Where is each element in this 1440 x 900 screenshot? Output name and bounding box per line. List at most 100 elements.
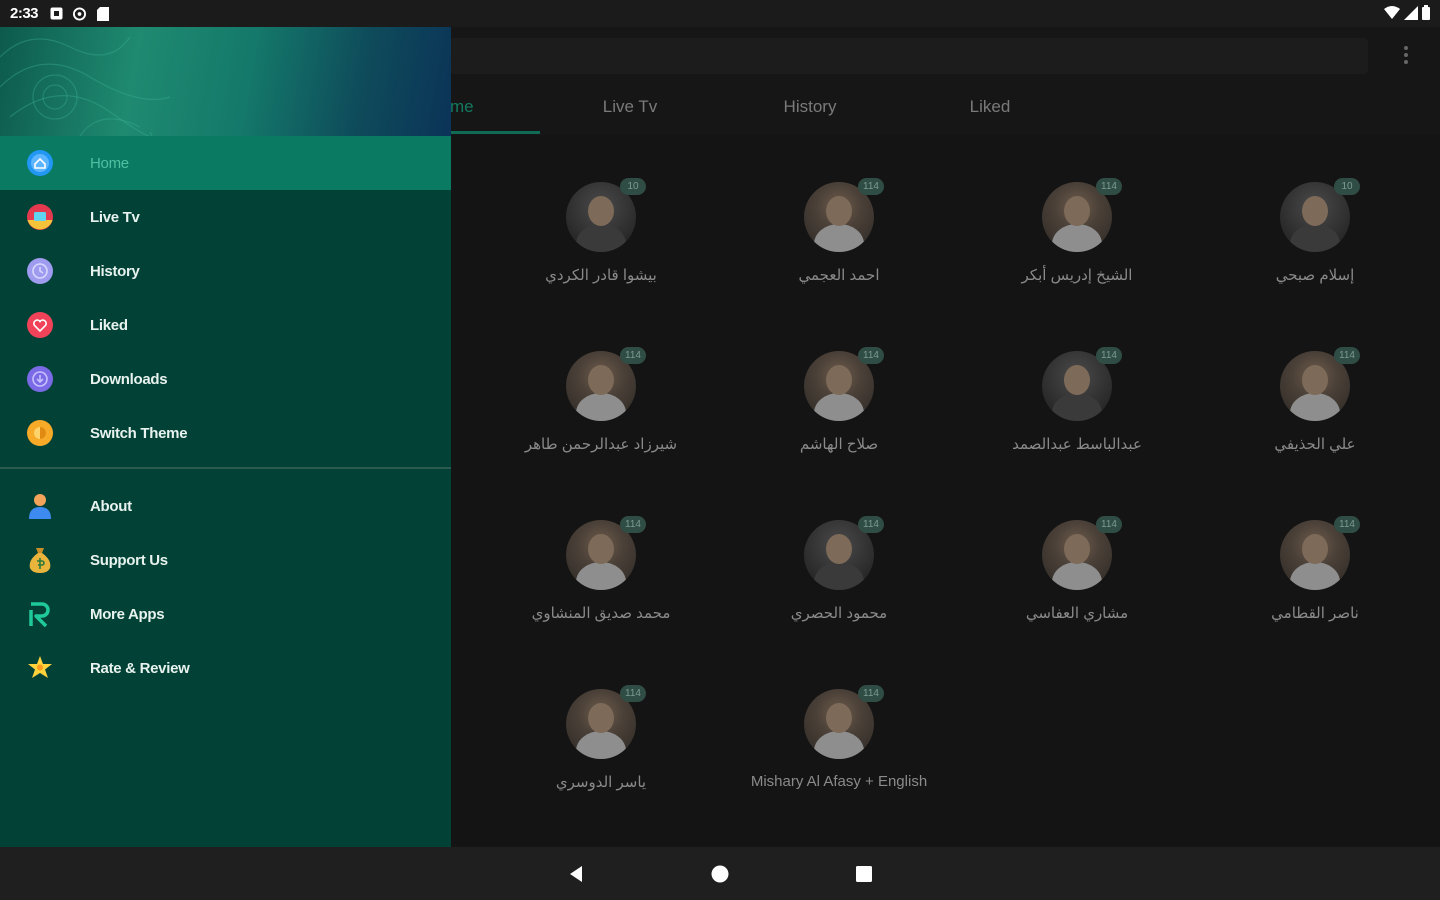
status-right-icons bbox=[1384, 5, 1430, 25]
drawer-item-label: More Apps bbox=[90, 605, 165, 623]
surah-count-badge: 114 bbox=[1096, 178, 1122, 195]
drawer-item-label: Switch Theme bbox=[90, 424, 188, 442]
drawer-item-downloads[interactable]: Downloads bbox=[0, 352, 451, 406]
reciter-card[interactable]: 114 ياسر الدوسري bbox=[486, 685, 716, 791]
reciter-name: بيشوا قادر الكردي bbox=[545, 267, 657, 284]
drawer-item-more-apps[interactable]: More Apps bbox=[0, 587, 451, 641]
surah-count-badge: 114 bbox=[1096, 516, 1122, 533]
drawer-item-label: Live Tv bbox=[90, 208, 140, 226]
home-nav-icon[interactable] bbox=[707, 861, 733, 887]
reciter-avatar-wrap: 10 bbox=[566, 178, 646, 252]
reciter-card[interactable]: 114 محمد صديق المنشاوي bbox=[486, 516, 716, 622]
drawer-item-liked[interactable]: Liked bbox=[0, 298, 451, 352]
drawer-item-label: History bbox=[90, 262, 140, 280]
drawer-item-label: Liked bbox=[90, 316, 128, 334]
reciter-avatar-wrap: 114 bbox=[804, 347, 884, 421]
status-time: 2:33 bbox=[10, 5, 39, 22]
surah-count-badge: 114 bbox=[858, 178, 884, 195]
reciter-avatar-wrap: 114 bbox=[804, 178, 884, 252]
reciter-avatar-wrap: 114 bbox=[1042, 178, 1122, 252]
search-bar[interactable] bbox=[450, 38, 1368, 74]
reciter-name: علي الحذيفي bbox=[1274, 436, 1356, 453]
reciter-card[interactable]: 114 علي الحذيفي bbox=[1200, 347, 1430, 453]
reciter-name: الشيخ إدريس أبكر bbox=[1021, 267, 1133, 284]
back-icon[interactable] bbox=[563, 861, 589, 887]
surah-count-badge: 114 bbox=[858, 516, 884, 533]
status-bar: 2:33 bbox=[0, 0, 1440, 27]
reciter-card[interactable]: 114 احمد العجمي bbox=[724, 178, 954, 284]
reciter-avatar-wrap: 114 bbox=[1042, 347, 1122, 421]
surah-count-badge: 114 bbox=[620, 685, 646, 702]
drawer-item-home[interactable]: Home bbox=[0, 136, 451, 190]
reciter-name: ناصر القطامي bbox=[1271, 605, 1359, 622]
drawer-header-image bbox=[0, 27, 451, 136]
reciter-card[interactable]: 10 إسلام صبحي bbox=[1200, 178, 1430, 284]
drawer-item-rate-review[interactable]: Rate & Review bbox=[0, 641, 451, 695]
reciter-card[interactable]: 114 شيرزاد عبدالرحمن طاهر bbox=[486, 347, 716, 453]
reciter-name: شيرزاد عبدالرحمن طاهر bbox=[524, 436, 678, 453]
drawer-item-label: About bbox=[90, 497, 132, 515]
battery-icon bbox=[1422, 5, 1430, 25]
drawer-item-about[interactable]: About bbox=[0, 479, 451, 533]
surah-count-badge: 114 bbox=[620, 516, 646, 533]
reciter-name: ياسر الدوسري bbox=[555, 774, 647, 791]
recents-icon[interactable] bbox=[851, 861, 877, 887]
reciter-avatar-wrap: 114 bbox=[566, 685, 646, 759]
reciter-avatar-wrap: 114 bbox=[1280, 347, 1360, 421]
system-nav-bar bbox=[0, 847, 1440, 900]
drawer-divider bbox=[0, 467, 451, 469]
reciter-card[interactable]: 114 Mishary Al Afasy + English bbox=[724, 685, 954, 790]
drawer-item-switch-theme[interactable]: Switch Theme bbox=[0, 406, 451, 460]
notification-icon bbox=[50, 7, 63, 20]
tab-history[interactable]: History bbox=[720, 97, 900, 117]
signal-icon bbox=[1404, 5, 1418, 25]
drawer-item-history[interactable]: History bbox=[0, 244, 451, 298]
reciter-avatar-wrap: 10 bbox=[1280, 178, 1360, 252]
reciter-name: مشاري العفاسي bbox=[1025, 605, 1129, 622]
reciter-avatar-wrap: 114 bbox=[566, 516, 646, 590]
overflow-menu-icon[interactable] bbox=[1396, 41, 1416, 69]
drawer-item-label: Downloads bbox=[90, 370, 168, 388]
surah-count-badge: 114 bbox=[1334, 347, 1360, 364]
surah-count-badge: 10 bbox=[1334, 178, 1360, 195]
theme-icon bbox=[26, 419, 54, 447]
reciter-card[interactable]: 114 ناصر القطامي bbox=[1200, 516, 1430, 622]
reciter-card[interactable]: 114 الشيخ إدريس أبكر bbox=[962, 178, 1192, 284]
reciter-card[interactable]: 114 صلاح الهاشم bbox=[724, 347, 954, 453]
tab-live-tv[interactable]: Live Tv bbox=[540, 97, 720, 117]
drawer-item-label: Support Us bbox=[90, 551, 168, 569]
reciter-name: احمد العجمي bbox=[798, 267, 880, 284]
reciter-name: محمد صديق المنشاوي bbox=[531, 605, 671, 622]
reciter-card[interactable]: 114 محمود الحصري bbox=[724, 516, 954, 622]
reciter-name: صلاح الهاشم bbox=[799, 436, 879, 453]
surah-count-badge: 114 bbox=[1096, 347, 1122, 364]
star-icon bbox=[26, 654, 54, 682]
reciter-card[interactable]: 10 بيشوا قادر الكردي bbox=[486, 178, 716, 284]
surah-count-badge: 114 bbox=[1334, 516, 1360, 533]
drawer-item-support-us[interactable]: Support Us bbox=[0, 533, 451, 587]
brand-r-icon bbox=[26, 600, 54, 628]
surah-count-badge: 10 bbox=[620, 178, 646, 195]
wifi-icon bbox=[1384, 5, 1400, 25]
sync-icon bbox=[73, 7, 87, 20]
surah-count-badge: 114 bbox=[858, 685, 884, 702]
history-icon bbox=[26, 257, 54, 285]
drawer-item-live-tv[interactable]: Live Tv bbox=[0, 190, 451, 244]
surah-count-badge: 114 bbox=[620, 347, 646, 364]
download-icon bbox=[26, 365, 54, 393]
drawer-item-label: Rate & Review bbox=[90, 659, 190, 677]
heart-icon bbox=[26, 311, 54, 339]
reciter-card[interactable]: 114 عبدالباسط عبدالصمد bbox=[962, 347, 1192, 453]
reciter-avatar-wrap: 114 bbox=[566, 347, 646, 421]
reciter-card[interactable]: 114 مشاري العفاسي bbox=[962, 516, 1192, 622]
sd-card-icon bbox=[96, 6, 109, 21]
money-bag-icon bbox=[26, 546, 54, 574]
reciter-grid: 10 بيشوا قادر الكردي 114 احمد العجمي 114 الشي… bbox=[450, 142, 1440, 847]
tv-icon bbox=[26, 203, 54, 231]
reciter-avatar-wrap: 114 bbox=[1042, 516, 1122, 590]
tab-liked[interactable]: Liked bbox=[900, 97, 1080, 117]
home-icon bbox=[26, 149, 54, 177]
reciter-avatar-wrap: 114 bbox=[804, 516, 884, 590]
reciter-name: إسلام صبحي bbox=[1275, 267, 1355, 284]
surah-count-badge: 114 bbox=[858, 347, 884, 364]
